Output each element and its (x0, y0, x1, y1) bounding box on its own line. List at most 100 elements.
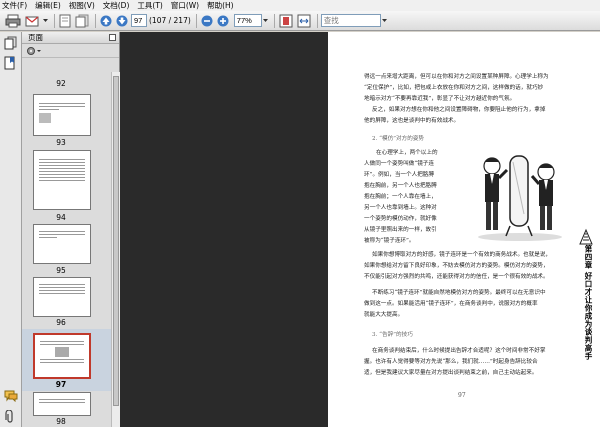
pages-panel-tools (22, 44, 119, 58)
paperclip-icon (5, 409, 13, 423)
attachments-tab[interactable] (4, 409, 16, 426)
paragraph-line: 做到这一点。如果能活用“镜子连环”，在商务谈判中，说服对方的概率 (364, 301, 538, 307)
page-number: 97 (458, 392, 466, 399)
zebra-emblem (579, 228, 593, 245)
zoom-out-icon (201, 15, 213, 26)
pages-tab[interactable] (4, 36, 17, 52)
comments-tab[interactable] (4, 390, 18, 404)
paragraph-line: 如果你想给对方留下良好印象，不妨去模仿对方的姿势。模仿对方的姿势， (364, 263, 549, 269)
menu-edit[interactable]: 编辑(E) (35, 0, 61, 11)
menu-document[interactable]: 文档(D) (103, 0, 130, 11)
thumbnail-page-98[interactable] (33, 392, 91, 416)
paragraph-line: 被称为“镜子连环”。 (364, 238, 415, 244)
paragraph-line: 适，但是我建议大家尽量在对方提出谈判结束之前，自己主动站起来。 (364, 370, 538, 376)
toolbar-separator (316, 13, 318, 28)
toolbar-separator (195, 13, 197, 28)
thumbnail-label-93: 93 (56, 138, 66, 147)
document-page[interactable]: 得远一点来增大距离，但可以在你和对方之间设置某种屏障。心理学上称为 “定位保护”… (328, 32, 600, 427)
paragraph-line: 就能大大提高。 (364, 312, 404, 318)
chevron-down-icon (43, 18, 48, 22)
paragraph-line: 不仅能引起对方强烈的共鸣，还能获得对方的信任，是一个很有效的战术。 (364, 274, 549, 280)
thumbnail-page-93[interactable] (33, 94, 91, 136)
zoom-out-button[interactable] (200, 13, 214, 29)
toolbar-separator (273, 13, 275, 28)
previous-page-button[interactable] (99, 13, 113, 29)
thumbnail-image (39, 113, 51, 123)
section-heading: 2. “模仿”对方的姿势 (372, 136, 424, 142)
paragraph-line: 不断练习“镜子连环”就能自然地模仿对方的姿势。最终可以在无意识中 (372, 290, 546, 296)
email-button[interactable] (24, 13, 40, 29)
paragraph-line: 一个姿势的模仿动作，就好像 (364, 216, 437, 222)
paragraph-line: 环”。例如，当一个人把胳膊 (364, 172, 434, 178)
paragraph-line: 抱在胸前；一个人靠在墙上， (364, 194, 437, 200)
zoom-in-button[interactable] (216, 13, 230, 29)
page-button[interactable] (58, 13, 72, 29)
arrow-up-icon (100, 15, 112, 26)
email-dropdown[interactable] (42, 13, 49, 29)
menu-help[interactable]: 帮助(H) (207, 0, 234, 11)
menu-view[interactable]: 视图(V) (69, 0, 95, 11)
thumbnail-label-97: 97 (55, 380, 67, 389)
page-number-input[interactable] (131, 14, 147, 27)
panel-close-button[interactable] (109, 34, 116, 41)
thumbnail-page-96[interactable] (33, 277, 91, 317)
thumbnail-label-95: 95 (56, 266, 66, 275)
toolbar: (107 / 217) (0, 11, 600, 31)
page-icon (59, 14, 71, 27)
pages-panel-title: 页面 (28, 33, 43, 42)
search-dropdown[interactable] (381, 13, 388, 29)
paragraph-line: 得远一点来增大距离，但可以在你和对方之间设置某种屏障。心理学上称为 (364, 74, 549, 80)
zoom-level-input[interactable] (233, 14, 262, 27)
multi-page-button[interactable] (74, 13, 90, 29)
thumbnail-image (55, 347, 69, 357)
search-input[interactable] (320, 14, 381, 27)
fit-width-icon (297, 14, 311, 27)
navigation-strip (0, 32, 22, 427)
paragraph-line: 抱在胸前，另一个人也把胳膊 (364, 183, 437, 189)
paragraph-line: 在商务谈判结束后，什么时候提出告辞才合适呢？这个时间非常不好掌 (372, 348, 546, 354)
thumbnail-label-92: 92 (56, 79, 66, 88)
bookmark-icon (4, 56, 15, 70)
paragraph-line: 握。也许有人觉得要等对方先说“那么，我们就……”时起身告辞比较合 (364, 359, 538, 365)
options-gear-icon[interactable] (26, 46, 42, 56)
thumbnail-list: 92 93 94 95 96 97 98 (22, 72, 111, 427)
pages-panel-header: 页面 (22, 32, 119, 44)
paragraph-line: 反之，如果对方想在你和他之间设置障碍物，你要阻止他的行为，拿掉 (372, 107, 546, 113)
menu-tools[interactable]: 工具(T) (137, 0, 162, 11)
thumbnail-scrollbar[interactable] (111, 72, 120, 427)
paragraph-line: 从镜子里照出来的一样，故引 (364, 227, 437, 233)
pages-icon (75, 14, 89, 27)
thumbnail-page-95[interactable] (33, 224, 91, 264)
paragraph-line: 如果你想博取对方的好感，镜子连环是一个有效的商务战术。也就是说， (372, 252, 552, 258)
arrow-down-icon (116, 15, 128, 26)
zoom-dropdown[interactable] (262, 13, 269, 29)
bookmarks-tab[interactable] (4, 56, 17, 72)
scrollbar-thumb[interactable] (113, 76, 119, 406)
menu-window[interactable]: 窗口(W) (171, 0, 199, 11)
paragraph-line: “定位保护”，比如，把包或上衣放在你和对方之间，这样做的话，就巧妙 (364, 85, 544, 91)
thumbnail-page-94[interactable] (33, 150, 91, 210)
next-page-button[interactable] (115, 13, 129, 29)
envelope-icon (25, 16, 39, 26)
print-button[interactable] (4, 13, 22, 29)
paragraph-line: 在心理学上，两个以上的 (376, 150, 438, 156)
zoom-in-icon (217, 15, 229, 26)
toolbar-separator (54, 13, 55, 28)
pages-icon (4, 36, 17, 50)
menu-bar: 文件(F) 编辑(E) 视图(V) 文档(D) 工具(T) 窗口(W) 帮助(H… (0, 0, 600, 11)
thumbnail-label-96: 96 (56, 318, 66, 327)
menu-file[interactable]: 文件(F) (2, 0, 27, 11)
thumbnail-label-98: 98 (56, 417, 66, 426)
fit-page-icon (279, 14, 293, 27)
fit-width-button[interactable] (296, 13, 312, 29)
chevron-down-icon (381, 18, 387, 22)
paragraph-line: 他的屏障，这也是谈判中的有效战术。 (364, 118, 460, 124)
section-heading: 3. “告辞”的技巧 (372, 332, 413, 338)
chevron-down-icon (262, 18, 268, 22)
toolbar-separator (95, 13, 96, 28)
thumbnail-page-97[interactable] (33, 333, 91, 379)
fit-page-button[interactable] (278, 13, 294, 29)
document-gutter (120, 32, 328, 427)
paragraph-line: 另一个人也靠到墙上。这种对 (364, 205, 437, 211)
paragraph-line: 人做同一个姿势叫做“镜子连 (364, 161, 434, 167)
